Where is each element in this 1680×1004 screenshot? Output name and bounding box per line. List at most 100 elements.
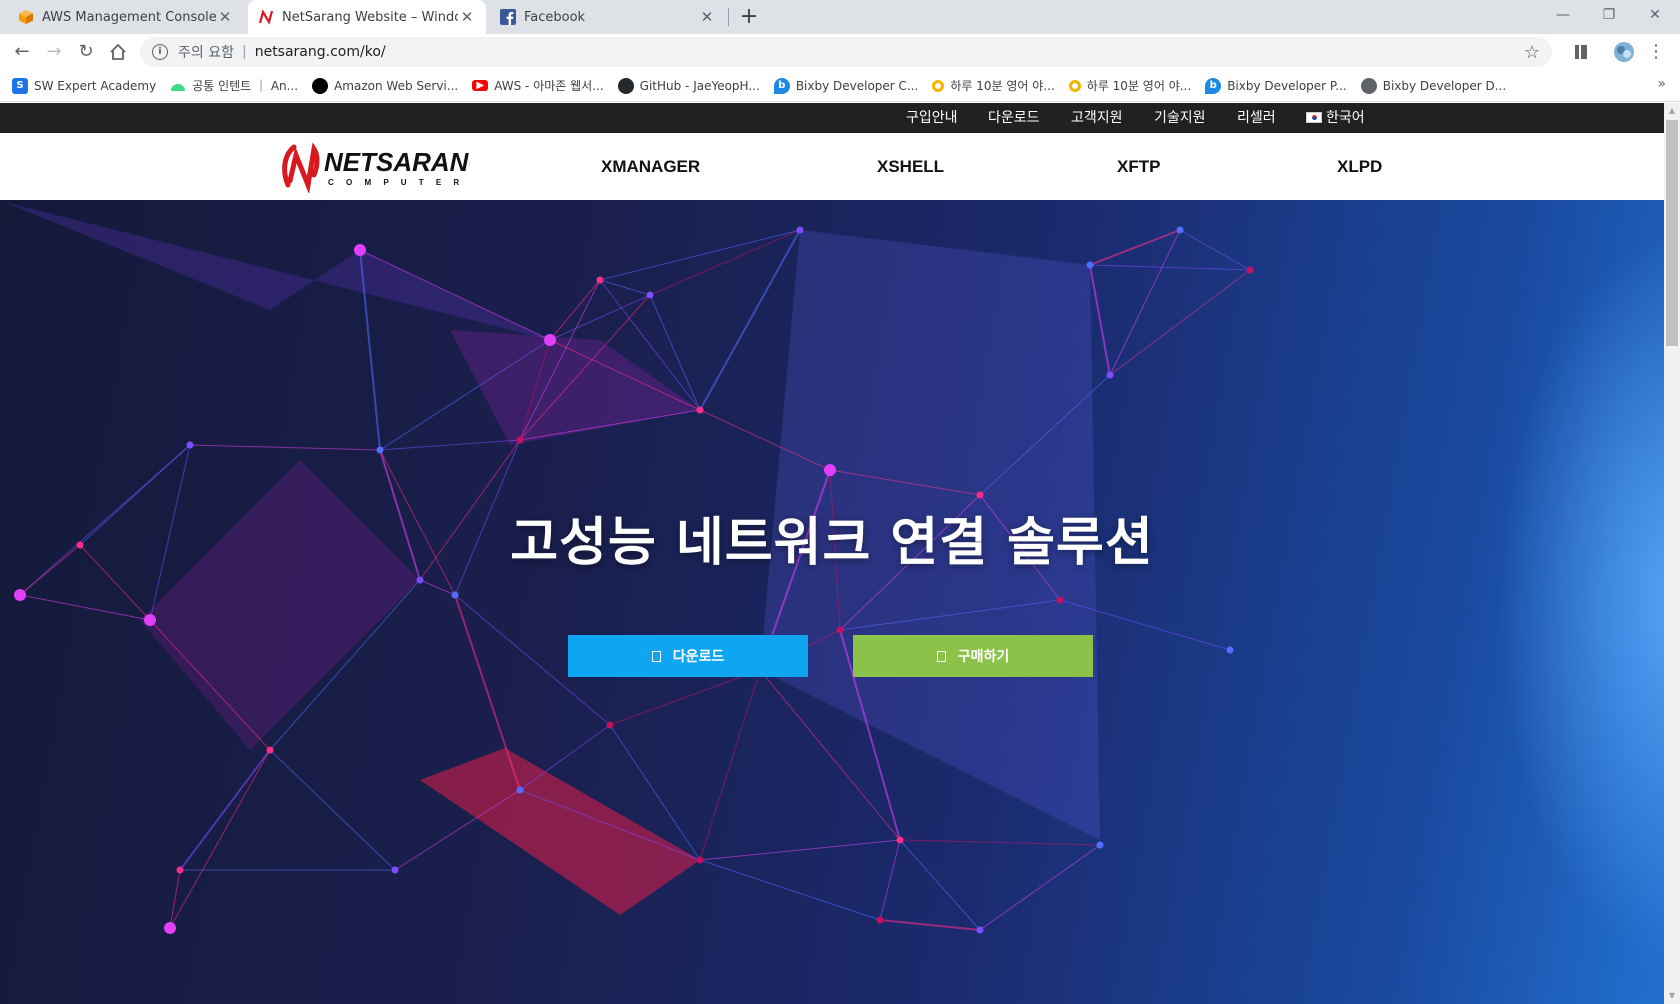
download-button[interactable]: 다운로드 [568, 635, 808, 677]
tab-aws[interactable]: AWS Management Console ✕ [8, 0, 244, 34]
cart-icon [936, 650, 946, 662]
address-bar[interactable]: i 주의 요함 | netsarang.com/ko/ ☆ [140, 37, 1552, 67]
bookmark-label: Bixby Developer C... [795, 78, 919, 93]
plexus-line [879, 919, 981, 931]
plexus-line [979, 844, 1101, 931]
plexus-node [164, 922, 176, 934]
logo-word: NETSARANG [324, 147, 470, 177]
plexus-line [879, 839, 901, 921]
bookmark-item[interactable]: Bixby Developer D... [1360, 77, 1506, 94]
scroll-up-icon[interactable]: ▲ [1664, 103, 1680, 119]
close-icon[interactable]: ✕ [698, 8, 716, 26]
ring-icon [1068, 79, 1081, 92]
plexus-line [1109, 269, 1251, 376]
bookmark-item[interactable]: Amazon Web Servi... [312, 77, 458, 94]
topbar-link-reseller[interactable]: 리셀러 [1237, 103, 1276, 133]
bookmark-label: SW Expert Academy [34, 78, 157, 93]
bookmark-item[interactable]: b Bixby Developer C... [773, 77, 919, 94]
hero-headline: 고성능 네트워크 연결 솔루션 [510, 513, 1154, 573]
minimize-icon[interactable]: — [1540, 0, 1586, 30]
more-bookmarks-icon[interactable]: » [1657, 76, 1666, 92]
netsarang-icon [258, 9, 274, 25]
bixby-icon: b [1205, 77, 1222, 94]
nav-xshell[interactable]: XSHELL [877, 133, 944, 200]
buy-button[interactable]: 구매하기 [853, 635, 1093, 677]
info-icon[interactable]: i [152, 44, 168, 60]
bookmark-item[interactable]: ▶ AWS - 아마존 웹서... [472, 77, 604, 94]
forward-icon[interactable]: → [40, 38, 68, 66]
plexus-facet [1, 201, 550, 340]
globe-icon [1360, 77, 1377, 94]
bookmark-label: 하루 10분 영어 야... [1086, 79, 1192, 93]
bookmark-item[interactable]: S SW Expert Academy [12, 77, 157, 94]
bookmark-star-icon[interactable]: ☆ [1524, 42, 1540, 63]
tab-facebook[interactable]: Facebook ✕ [490, 0, 726, 34]
plexus-node [516, 436, 524, 444]
close-icon[interactable]: ✕ [216, 8, 234, 26]
android-icon [170, 78, 186, 94]
plexus-node [646, 291, 654, 299]
nav-xlpd[interactable]: XLPD [1337, 133, 1382, 200]
plexus-line [899, 839, 981, 931]
window-close-icon[interactable]: ✕ [1632, 0, 1678, 30]
language-selector[interactable]: 한국어 [1306, 103, 1365, 133]
bookmark-item[interactable]: 공통 인텐트 ｜ An... [170, 77, 298, 94]
extension-icon[interactable] [1567, 38, 1595, 66]
plexus-line [609, 669, 761, 726]
security-label[interactable]: 주의 요함 [178, 42, 234, 62]
address-divider: | [241, 44, 247, 60]
topbar-link-download[interactable]: 다운로드 [988, 103, 1040, 133]
nav-xmanager[interactable]: XMANAGER [601, 133, 700, 200]
github-icon [617, 77, 634, 94]
plexus-node [354, 244, 366, 256]
bookmark-label: Bixby Developer P... [1227, 78, 1347, 93]
bookmark-item[interactable]: 하루 10분 영어 야... [1068, 77, 1192, 94]
plexus-line [699, 669, 761, 861]
plexus-node [976, 926, 984, 934]
restore-icon[interactable]: ❐ [1586, 0, 1632, 30]
profile-avatar[interactable] [1610, 38, 1638, 66]
tab-title: NetSarang Website – Windows [282, 9, 458, 25]
plexus-node [14, 589, 26, 601]
topbar-link-purchase[interactable]: 구입안내 [906, 103, 958, 133]
plexus-node [391, 866, 399, 874]
page-viewport: 구입안내 다운로드 고객지원 기술지원 리셀러 한국어 NETSARANG C … [0, 103, 1664, 1004]
ring-icon [932, 79, 945, 92]
scrollbar-thumb[interactable] [1666, 120, 1678, 346]
bookmark-item[interactable]: b Bixby Developer P... [1205, 77, 1347, 94]
aws-cube-icon [18, 9, 34, 25]
back-icon[interactable]: ← [8, 38, 36, 66]
bookmark-item[interactable]: 하루 10분 영어 야... [932, 77, 1055, 94]
reload-icon[interactable]: ↻ [72, 38, 100, 66]
scroll-down-icon[interactable]: ▼ [1664, 988, 1680, 1004]
plexus-line [189, 444, 381, 451]
bookmark-label: 공통 인텐트 ｜ An... [192, 79, 299, 93]
plexus-line [1089, 264, 1251, 271]
hero-banner: 고성능 네트워크 연결 솔루션 다운로드 구매하기 [0, 200, 1664, 1004]
plexus-line [599, 279, 651, 296]
topbar-link-support[interactable]: 고객지원 [1071, 103, 1123, 133]
plexus-node [176, 866, 184, 874]
plexus-line [179, 749, 271, 871]
new-tab-button[interactable]: + [736, 4, 762, 30]
tab-netsarang[interactable]: NetSarang Website – Windows ✕ [248, 0, 486, 34]
plexus-node [266, 746, 274, 754]
nav-xftp[interactable]: XFTP [1117, 133, 1160, 200]
topbar-link-tech[interactable]: 기술지원 [1154, 103, 1206, 133]
menu-kebab-icon[interactable]: ⋮ [1642, 38, 1670, 66]
plexus-node [1246, 266, 1254, 274]
plexus-node [836, 626, 844, 634]
buy-button-label: 구매하기 [957, 649, 1010, 665]
home-icon[interactable] [104, 38, 132, 66]
plexus-line [379, 439, 521, 451]
youtube-icon: ▶ [472, 80, 489, 91]
plexus-node [896, 836, 904, 844]
plexus-node [451, 591, 459, 599]
plexus-facet [450, 330, 700, 445]
facebook-icon [500, 9, 516, 25]
url-text[interactable]: netsarang.com/ko/ [255, 44, 386, 60]
close-icon[interactable]: ✕ [458, 8, 476, 26]
netsarang-logo[interactable]: NETSARANG C O M P U T E R [280, 141, 489, 195]
page-scrollbar[interactable]: ▲ ▼ [1664, 103, 1680, 1004]
bookmark-item[interactable]: GitHub - JaeYeopH... [617, 77, 760, 94]
